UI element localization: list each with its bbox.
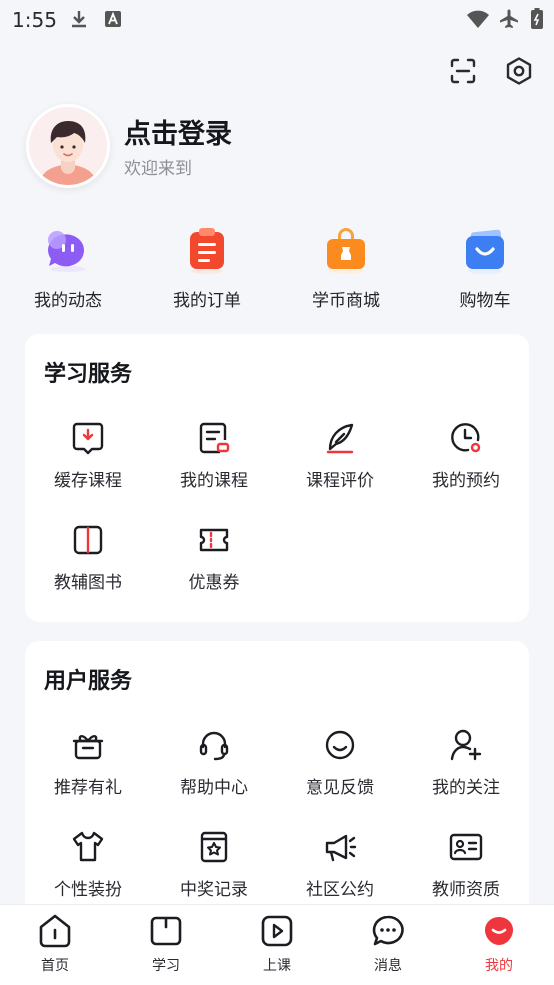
gift-icon xyxy=(72,735,104,760)
clock-icon xyxy=(451,423,481,453)
feather-icon xyxy=(326,423,354,454)
tab-label: 上课 xyxy=(263,958,291,974)
bottom-tab-bar: 首页 学习 上课 消息 我的 xyxy=(0,904,554,985)
download-icon xyxy=(72,422,104,455)
play-icon xyxy=(261,915,293,947)
battery-icon xyxy=(531,8,543,29)
home-icon xyxy=(39,914,71,948)
tab-label: 首页 xyxy=(41,958,69,974)
status-time: 1:55 xyxy=(12,8,57,32)
service-coupons[interactable]: 优惠券 xyxy=(151,522,277,593)
coupon-icon xyxy=(199,528,229,552)
service-help-center[interactable]: 帮助中心 xyxy=(151,727,277,798)
service-label: 社区公约 xyxy=(306,880,374,900)
service-prize-records[interactable]: 中奖记录 xyxy=(151,829,277,900)
tab-label: 学习 xyxy=(152,958,180,974)
service-label: 优惠券 xyxy=(188,573,240,593)
download-status-icon xyxy=(72,11,86,28)
profile-header[interactable]: 点击登录 欢迎来到 xyxy=(26,104,526,188)
avatar[interactable] xyxy=(26,104,110,188)
service-course-review[interactable]: 课程评价 xyxy=(277,420,403,491)
service-my-follows[interactable]: 我的关注 xyxy=(403,727,529,798)
scan-icon[interactable] xyxy=(448,56,478,86)
book-icon xyxy=(73,525,103,555)
service-label: 意见反馈 xyxy=(306,778,374,798)
service-label: 教辅图书 xyxy=(54,573,122,593)
shop-bag-icon xyxy=(327,228,365,274)
tab-messages[interactable]: 消息 xyxy=(348,913,428,975)
quick-label: 学币商城 xyxy=(312,291,380,311)
quick-my-activity[interactable]: 我的动态 xyxy=(0,222,138,311)
headset-icon xyxy=(199,731,229,761)
study-services-title: 学习服务 xyxy=(44,362,133,387)
status-bar: 1:55 xyxy=(0,0,554,38)
service-dress-up[interactable]: 个性装扮 xyxy=(25,829,151,900)
tab-me[interactable]: 我的 xyxy=(459,913,539,975)
quick-label: 我的动态 xyxy=(34,291,102,311)
study-icon xyxy=(150,916,182,946)
wifi-icon xyxy=(467,10,489,28)
id-card-icon xyxy=(449,833,483,861)
tab-label: 消息 xyxy=(374,958,402,974)
service-referral-gift[interactable]: 推荐有礼 xyxy=(25,727,151,798)
app-a-status-icon xyxy=(105,11,121,27)
me-icon xyxy=(485,917,513,945)
study-services-card: 学习服务 缓存课程 我的课程 课程评价 我的预约 教辅图书 优惠券 xyxy=(25,334,529,622)
service-label: 帮助中心 xyxy=(180,778,248,798)
service-label: 课程评价 xyxy=(306,471,374,491)
service-label: 教师资质 xyxy=(432,880,500,900)
service-label: 推荐有礼 xyxy=(54,778,122,798)
service-label: 我的关注 xyxy=(432,778,500,798)
tab-home[interactable]: 首页 xyxy=(15,913,95,975)
quick-actions: 我的动态 我的订单 学币商城 购物车 xyxy=(0,222,554,318)
quick-label: 购物车 xyxy=(459,291,511,311)
settings-icon[interactable] xyxy=(504,56,534,86)
quick-label: 我的订单 xyxy=(173,291,241,311)
login-title[interactable]: 点击登录 xyxy=(124,112,232,151)
airplane-icon xyxy=(500,9,518,28)
chat-bubble-icon xyxy=(48,231,86,272)
service-my-courses[interactable]: 我的课程 xyxy=(151,420,277,491)
quick-coin-shop[interactable]: 学币商城 xyxy=(276,222,416,311)
megaphone-icon xyxy=(325,834,357,862)
prize-icon xyxy=(200,831,228,863)
default-avatar-icon xyxy=(29,107,107,185)
service-feedback[interactable]: 意见反馈 xyxy=(277,727,403,798)
order-clipboard-icon xyxy=(190,228,224,274)
shopping-basket-icon xyxy=(466,229,504,274)
service-label: 我的课程 xyxy=(180,471,248,491)
user-services-title: 用户服务 xyxy=(44,669,133,694)
tab-label: 我的 xyxy=(485,958,513,974)
service-teacher-credentials[interactable]: 教师资质 xyxy=(403,829,529,900)
login-subtitle: 欢迎来到 xyxy=(124,159,192,179)
tab-study[interactable]: 学习 xyxy=(126,913,206,975)
message-icon xyxy=(372,915,404,946)
service-books[interactable]: 教辅图书 xyxy=(25,522,151,593)
service-label: 我的预约 xyxy=(432,471,500,491)
service-my-reservations[interactable]: 我的预约 xyxy=(403,420,529,491)
service-label: 中奖记录 xyxy=(180,880,248,900)
service-cache-courses[interactable]: 缓存课程 xyxy=(25,420,151,491)
course-icon xyxy=(199,422,230,454)
user-plus-icon xyxy=(450,729,482,761)
top-actions xyxy=(448,56,534,86)
service-community-rules[interactable]: 社区公约 xyxy=(277,829,403,900)
smile-icon xyxy=(325,730,355,760)
service-label: 个性装扮 xyxy=(54,880,122,900)
quick-my-orders[interactable]: 我的订单 xyxy=(137,222,277,311)
user-services-card: 用户服务 推荐有礼 帮助中心 意见反馈 我的关注 个性装扮 中奖记录 社区公约 … xyxy=(25,641,529,921)
tshirt-icon xyxy=(72,831,104,862)
service-label: 缓存课程 xyxy=(54,471,122,491)
quick-cart[interactable]: 购物车 xyxy=(415,222,554,311)
tab-class[interactable]: 上课 xyxy=(237,913,317,975)
